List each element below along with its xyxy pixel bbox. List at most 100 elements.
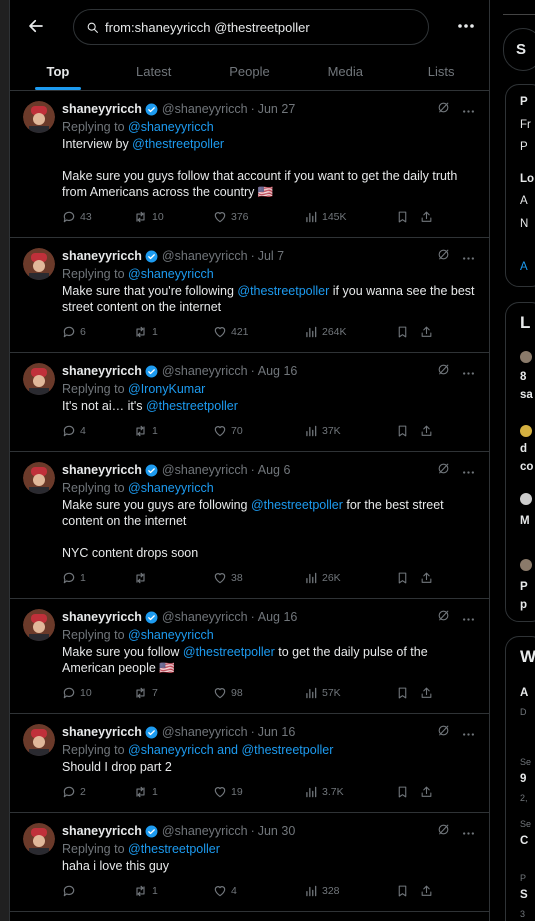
live-item[interactable]: M: [520, 515, 530, 527]
views-count[interactable]: 145K: [304, 210, 396, 224]
author-handle[interactable]: @shaneyyricch: [162, 725, 248, 739]
tweet-date[interactable]: Aug 16: [258, 364, 298, 378]
avatar[interactable]: [23, 462, 55, 494]
author-handle[interactable]: @shaneyyricch: [162, 364, 248, 378]
trend-item[interactable]: C: [520, 835, 528, 847]
trend-item[interactable]: A: [520, 687, 528, 699]
bookmark-button[interactable]: [396, 785, 420, 799]
bookmark-button[interactable]: [396, 884, 420, 898]
reply-to-link[interactable]: @thestreetpoller: [128, 842, 220, 856]
author-handle[interactable]: @shaneyyricch: [162, 249, 248, 263]
grok-icon[interactable]: [437, 363, 450, 380]
bookmark-button[interactable]: [396, 325, 420, 339]
views-count[interactable]: 264K: [304, 325, 396, 339]
mention-link[interactable]: @thestreetpoller: [251, 498, 343, 512]
live-item[interactable]: 8: [520, 371, 526, 383]
mention-link[interactable]: @thestreetpoller: [132, 137, 224, 151]
live-item[interactable]: sa: [520, 389, 533, 401]
avatar[interactable]: [23, 724, 55, 756]
tweet-date[interactable]: Jun 16: [258, 725, 296, 739]
tweet-date[interactable]: Jul 7: [258, 249, 284, 263]
grok-icon[interactable]: [437, 609, 450, 626]
like-button[interactable]: 98: [213, 686, 304, 700]
reply-to-link[interactable]: @shaneyyricch and @thestreetpoller: [128, 743, 333, 757]
share-button[interactable]: [420, 884, 440, 898]
avatar[interactable]: [23, 609, 55, 641]
reply-button[interactable]: 6: [62, 325, 133, 339]
views-count[interactable]: 57K: [304, 686, 396, 700]
tab-people[interactable]: People: [202, 52, 298, 90]
filter-option[interactable]: A: [520, 195, 528, 207]
advanced-search-link[interactable]: A: [520, 261, 528, 273]
reply-button[interactable]: 1: [62, 571, 133, 585]
reply-to-link[interactable]: @shaneyyricch: [128, 481, 214, 495]
author-handle[interactable]: @shaneyyricch: [162, 824, 248, 838]
mention-link[interactable]: @thestreetpoller: [146, 399, 238, 413]
tweet-more-icon[interactable]: [462, 724, 475, 741]
reply-button[interactable]: 4: [62, 424, 133, 438]
filter-option[interactable]: P: [520, 141, 528, 153]
author-name[interactable]: shaneyyricch: [62, 463, 142, 477]
reply-button[interactable]: [62, 884, 133, 898]
reply-button[interactable]: 43: [62, 210, 133, 224]
search-field[interactable]: [73, 9, 429, 45]
avatar[interactable]: [23, 823, 55, 855]
share-button[interactable]: [420, 686, 440, 700]
avatar[interactable]: [23, 101, 55, 133]
live-item[interactable]: co: [520, 461, 533, 473]
grok-icon[interactable]: [437, 823, 450, 840]
retweet-button[interactable]: 7: [133, 686, 213, 700]
tweet[interactable]: shaneyyricch @shaneyyricch · Aug 16 Replyi…: [10, 353, 489, 452]
like-button[interactable]: 421: [213, 325, 304, 339]
tweet[interactable]: shaneyyricch @shaneyyricch · Jun 30 Replyi…: [10, 813, 489, 912]
avatar[interactable]: [23, 248, 55, 280]
like-button[interactable]: 4: [213, 884, 304, 898]
tab-latest[interactable]: Latest: [106, 52, 202, 90]
reply-button[interactable]: 10: [62, 686, 133, 700]
back-button[interactable]: [22, 12, 50, 40]
tweet-more-icon[interactable]: [462, 462, 475, 479]
retweet-button[interactable]: 1: [133, 785, 213, 799]
bookmark-button[interactable]: [396, 424, 420, 438]
tab-lists[interactable]: Lists: [393, 52, 489, 90]
tweet[interactable]: shaneyyricch @shaneyyricch · Aug 16 Replyi…: [10, 599, 489, 714]
like-button[interactable]: 19: [213, 785, 304, 799]
author-handle[interactable]: @shaneyyricch: [162, 610, 248, 624]
views-count[interactable]: 3.7K: [304, 785, 396, 799]
views-count[interactable]: 37K: [304, 424, 396, 438]
author-name[interactable]: shaneyyricch: [62, 102, 142, 116]
more-options-button[interactable]: [454, 14, 478, 38]
tweet-more-icon[interactable]: [462, 101, 475, 118]
tweet-more-icon[interactable]: [462, 248, 475, 265]
views-count[interactable]: 328: [304, 884, 396, 898]
tweet[interactable]: shaneyyricch @shaneyyricch · Jun 27 Replyi…: [10, 91, 489, 238]
grok-icon[interactable]: [437, 724, 450, 741]
author-name[interactable]: shaneyyricch: [62, 364, 142, 378]
views-count[interactable]: 26K: [304, 571, 396, 585]
live-item[interactable]: d: [520, 443, 527, 455]
bookmark-button[interactable]: [396, 210, 420, 224]
grok-icon[interactable]: [437, 248, 450, 265]
tweet-more-icon[interactable]: [462, 363, 475, 380]
bookmark-button[interactable]: [396, 686, 420, 700]
search-input[interactable]: [105, 19, 405, 35]
mention-link[interactable]: @thestreetpoller: [183, 645, 275, 659]
filter-option[interactable]: Fr: [520, 119, 531, 131]
avatar[interactable]: [23, 363, 55, 395]
reply-to-link[interactable]: @IronyKumar: [128, 382, 205, 396]
share-button[interactable]: [420, 785, 440, 799]
sidebar-search[interactable]: S: [503, 28, 535, 71]
grok-icon[interactable]: [437, 462, 450, 479]
tweet-date[interactable]: Aug 6: [258, 463, 291, 477]
tweet[interactable]: shaneyyricch @shaneyyricch · Jul 7 Replyin…: [10, 238, 489, 353]
filter-option[interactable]: N: [520, 218, 528, 230]
reply-to-link[interactable]: @shaneyyricch: [128, 267, 214, 281]
tweet[interactable]: shaneyyricch @shaneyyricch · Jun 16 Replyi…: [10, 714, 489, 813]
grok-icon[interactable]: [437, 101, 450, 118]
author-handle[interactable]: @shaneyyricch: [162, 463, 248, 477]
like-button[interactable]: 70: [213, 424, 304, 438]
retweet-button[interactable]: 1: [133, 884, 213, 898]
trend-item[interactable]: S: [520, 889, 528, 901]
tab-top[interactable]: Top: [10, 52, 106, 90]
share-button[interactable]: [420, 325, 440, 339]
